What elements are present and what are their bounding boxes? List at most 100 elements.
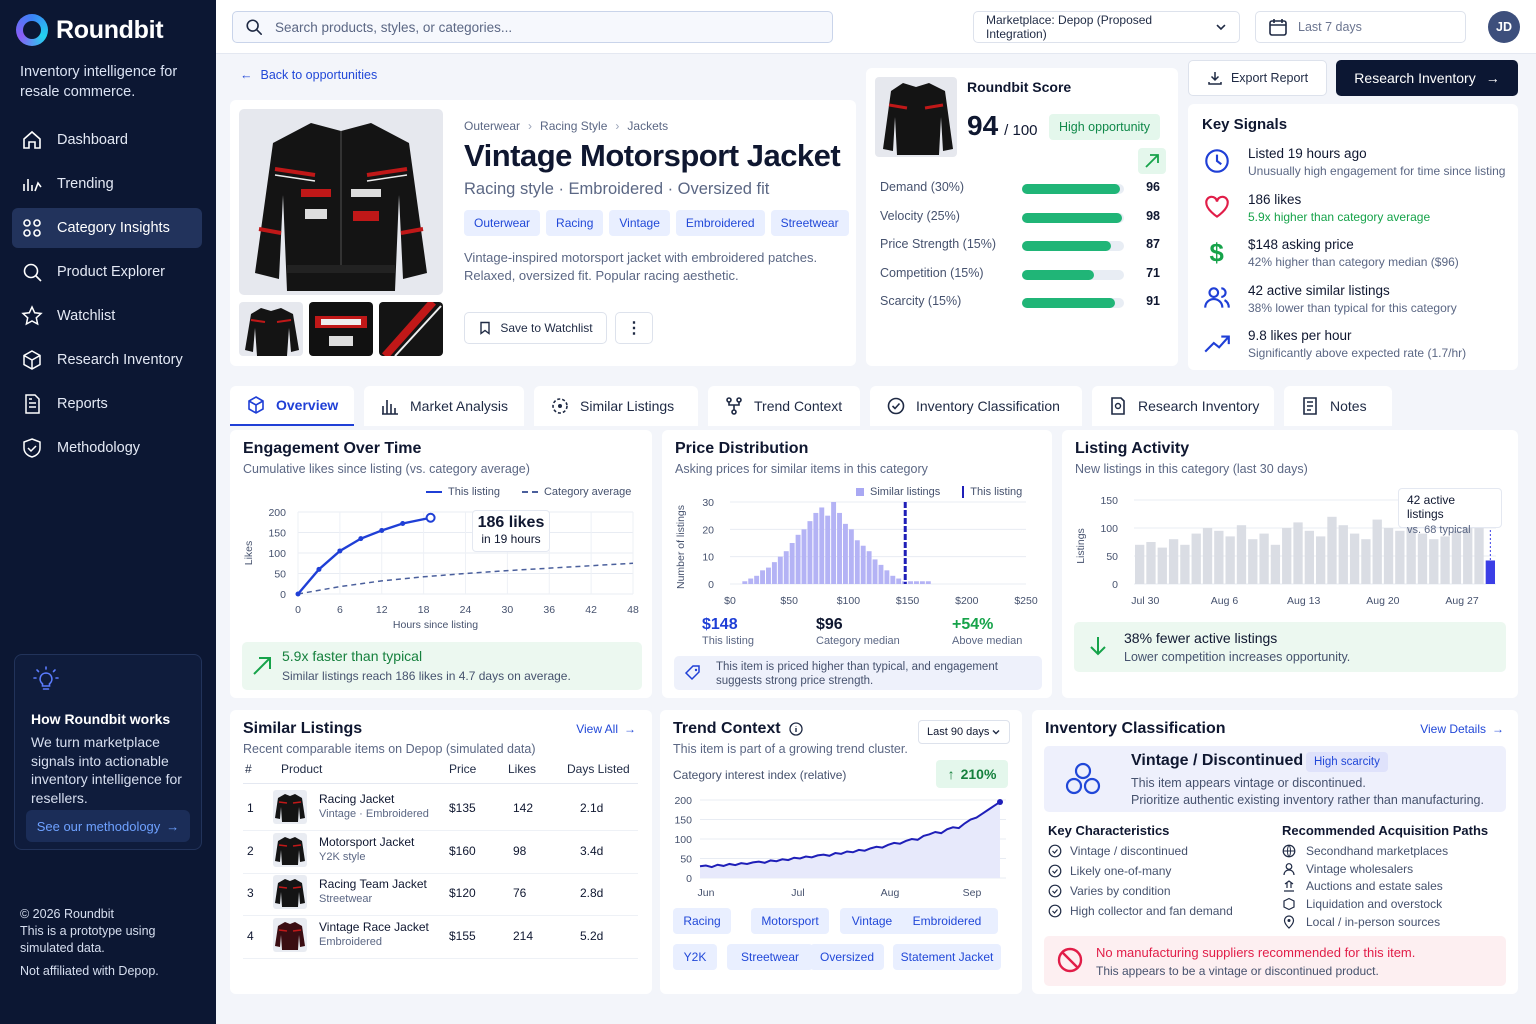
data-point [379,527,385,533]
row-divider [243,872,638,874]
jacket-thumb-image [275,794,305,822]
product-thumb-3[interactable] [379,302,443,356]
tab-research-inventory[interactable]: Research Inventory [1092,386,1274,426]
classification-heading: Vintage / Discontinued [1131,752,1304,769]
acquisition-path-item[interactable]: Auctions and estate sales [1282,879,1443,893]
logo[interactable]: Roundbit [16,14,164,46]
score-bar-fill [1022,184,1120,194]
research-inventory-button[interactable]: Research Inventory → [1336,60,1518,96]
trend-tag[interactable]: Y2K [673,944,717,970]
tab-label: Overview [276,397,339,413]
score-max: / 100 [1004,122,1038,139]
tab-similar-listings[interactable]: Similar Listings [534,386,698,426]
histogram-bar [789,543,795,584]
trend-range-select[interactable]: Last 90 days [918,720,1010,744]
table-row[interactable]: 4 Vintage Race Jacket Embroidered $155 214 5.… [243,917,638,960]
sidebar-nav: Dashboard Trending Category Insights Produc… [12,120,202,472]
trend-tag[interactable]: Oversized [810,944,884,970]
activity-bar [1259,533,1269,584]
back-link[interactable]: ← Back to opportunities [240,68,377,82]
x-tick-label: 24 [460,604,472,616]
breadcrumb-item[interactable]: Outerwear [464,119,520,133]
histogram-bar [777,556,783,584]
histogram-bar [866,551,872,584]
table-row[interactable]: 2 Motorsport Jacket Y2K style $160 98 3.4d [243,832,638,875]
table-row[interactable]: 3 Racing Team Jacket Streetwear $120 76 2.8d [243,875,638,917]
acquisition-path-item[interactable]: Local / in-person sources [1282,915,1440,929]
marketplace-select[interactable]: Marketplace: Depop (Proposed Integration… [973,11,1240,43]
product-tag[interactable]: Racing [546,210,604,236]
activity-bar [1429,539,1439,584]
histogram-bar [896,578,902,584]
table-row[interactable]: 1 Racing Jacket Vintage · Embroidered $135 1… [243,790,638,832]
product-tag[interactable]: Embroidered [675,210,765,236]
signal-detail: 42% higher than category median ($96) [1248,255,1459,269]
classification-line-1: This item appears vintage or discontinue… [1131,776,1366,790]
x-axis-label: Hours since listing [393,619,478,631]
methodology-button[interactable]: See our methodology → [26,810,190,842]
product-thumb-1[interactable] [239,302,303,356]
tab-label: Inventory Classification [916,398,1060,414]
date-range-select[interactable]: Last 7 days [1255,11,1466,43]
score-row: Price Strength (15%) 87 [880,237,1160,255]
tab-inventory-classification[interactable]: Inventory Classification [870,386,1082,426]
trend-area [700,801,1000,878]
sidebar-item-watchlist[interactable]: Watchlist [12,296,202,336]
sidebar-footer: © 2026 Roundbit This is a prototype usin… [20,906,200,980]
activity-callout: 42 active listings vs. 68 typical [1398,488,1502,536]
sidebar-item-dashboard[interactable]: Dashboard [12,120,202,160]
sidebar-item-label: Category Insights [57,220,170,236]
activity-bar [1180,544,1190,584]
view-all-label: View All [576,722,618,736]
trend-tag[interactable]: Vintage [840,908,904,934]
product-tag[interactable]: Outerwear [464,210,541,236]
view-details-link[interactable]: View Details → [1420,722,1504,736]
x-tick-label: Aug 13 [1287,595,1320,607]
acquisition-path-item[interactable]: Secondhand marketplaces [1282,844,1448,858]
chevron-right-icon: › [615,119,620,133]
histogram-bar [837,512,842,584]
search-input[interactable]: Search products, styles, or categories..… [232,11,833,43]
acquisition-path-item[interactable]: Liquidation and overstock [1282,897,1442,911]
methodology-button-label: See our methodology [36,818,161,834]
engagement-insight: 5.9x faster than typical Similar listing… [242,642,642,690]
product-main-image[interactable] [239,109,443,295]
trend-tag[interactable]: Racing [673,908,731,934]
tab-trend-context[interactable]: Trend Context [708,386,860,426]
avatar[interactable]: JD [1488,11,1520,43]
product-thumb-2[interactable] [309,302,373,356]
product-tag[interactable]: Streetwear [770,210,849,236]
export-report-button[interactable]: Export Report [1188,60,1327,96]
sidebar-item-reports[interactable]: Reports [12,384,202,424]
tab-overview[interactable]: Overview [230,386,354,426]
similar-listings-card: Similar Listings Recent comparable items… [230,710,652,994]
trend-tag[interactable]: Statement Jacket [893,944,1001,970]
sidebar-item-methodology[interactable]: Methodology [12,428,202,468]
sidebar-item-research-inventory[interactable]: Research Inventory [12,340,202,380]
sidebar-item-trending[interactable]: Trending [12,164,202,204]
save-to-watchlist-button[interactable]: Save to Watchlist [464,312,607,344]
acquisition-path-item[interactable]: Vintage wholesalers [1282,862,1413,876]
product-tag[interactable]: Vintage [609,210,670,236]
y-tick-label: 0 [1112,579,1118,591]
activity-bar [1168,539,1179,584]
tab-notes[interactable]: Notes [1284,386,1392,426]
listing-thumbnail [273,917,307,952]
sidebar-item-category-insights[interactable]: Category Insights [12,208,202,248]
trend-tag[interactable]: Motorsport [751,908,829,934]
trend-tag[interactable]: Streetwear [727,944,813,970]
trend-up-badge [1138,148,1166,174]
product-title: Vintage Motorsport Jacket [464,138,841,173]
sidebar-item-product-explorer[interactable]: Product Explorer [12,252,202,292]
key-signal-item: 42 active similar listings 38% lower than… [1202,283,1502,319]
x-tick-label: 48 [627,604,639,616]
more-options-button[interactable]: ⋮ [615,312,653,344]
tab-market-analysis[interactable]: Market Analysis [364,386,524,426]
trend-tag[interactable]: Embroidered [896,908,998,934]
info-icon[interactable] [788,722,803,736]
activity-bar [1293,522,1303,584]
breadcrumb-item[interactable]: Racing Style [540,119,607,133]
view-all-link[interactable]: View All → [576,722,636,736]
breadcrumb-item[interactable]: Jackets [627,119,668,133]
chevron-down-icon [1216,24,1226,31]
